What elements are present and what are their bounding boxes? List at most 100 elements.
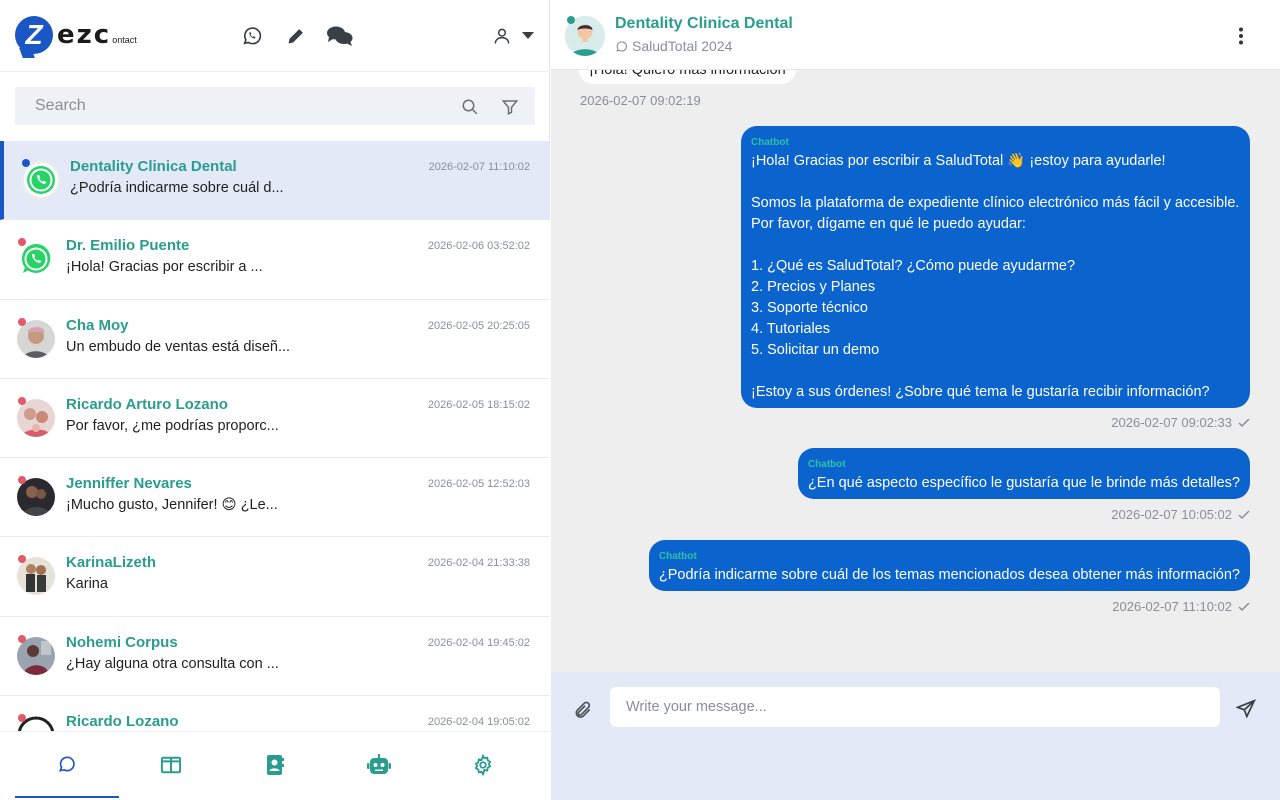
nav-chats[interactable] xyxy=(15,732,119,798)
message-timestamp: 2026-02-07 10:05:02 xyxy=(1111,507,1232,522)
contacts-icon xyxy=(267,755,284,775)
chat-name: Nohemi Corpus xyxy=(66,633,178,651)
logo-badge: Z xyxy=(15,16,53,54)
user-icon xyxy=(494,28,510,44)
outgoing-message: Chatbot ¡Hola! Gracias por escribir a Sa… xyxy=(741,126,1250,408)
message-time: 2026-02-07 09:02:19 xyxy=(580,93,701,108)
chat-item-emilio-puente[interactable]: Dr. Emilio Puente 2026-02-06 03:52:02 ¡H… xyxy=(0,220,550,300)
chat-item-ricardo-lozano[interactable]: Ricardo Lozano 2026-02-04 19:05:02 xyxy=(0,696,550,731)
message-time: 2026-02-07 09:02:33 xyxy=(1111,415,1250,430)
whatsapp-icon[interactable] xyxy=(240,24,264,48)
chat-preview: ¿Podría indicarme sobre cuál d... xyxy=(70,180,284,196)
message-composer xyxy=(551,672,1280,800)
chat-preview: Un embudo de ventas está diseñ... xyxy=(66,338,291,355)
chat-item-karinalizeth[interactable]: KarinaLizeth 2026-02-04 21:33:38 Karina xyxy=(0,537,550,617)
unread-dot xyxy=(18,634,26,643)
left-topbar: Z ezc ontact xyxy=(0,0,550,72)
chat-time: 2026-02-04 19:45:02 xyxy=(427,636,530,649)
outgoing-message: Chatbot ¿Podría indicarme sobre cuál de … xyxy=(648,540,1250,591)
attach-button[interactable] xyxy=(571,698,595,722)
chat-time: 2026-02-05 18:15:02 xyxy=(427,398,530,411)
whatsapp-icon xyxy=(616,40,627,52)
check-icon xyxy=(1238,601,1250,611)
send-icon xyxy=(1236,699,1256,719)
nav-boards[interactable] xyxy=(119,732,223,798)
logo-subtext: ontact xyxy=(112,35,137,45)
conversation-list-pane: Z ezc ontact Search Dentality Clinica De… xyxy=(0,0,550,800)
online-dot xyxy=(22,159,30,167)
send-button[interactable] xyxy=(1235,698,1257,720)
chat-list: Dentality Clinica Dental 2026-02-07 11:1… xyxy=(0,141,550,731)
more-options-button[interactable] xyxy=(1232,24,1250,48)
sender-label: Chatbot xyxy=(807,459,846,470)
message-input[interactable] xyxy=(610,687,1220,727)
nav-contacts[interactable] xyxy=(223,732,327,798)
chat-time: 2026-02-07 11:10:02 xyxy=(428,161,530,173)
outgoing-message: Chatbot ¿En qué aspecto específico le gu… xyxy=(797,448,1250,499)
incoming-message: ¡Hola! Quiero más información xyxy=(579,70,796,84)
chat-name: Cha Moy xyxy=(66,316,129,334)
pencil-icon[interactable] xyxy=(284,24,308,48)
chat-preview: Por favor, ¿me podrías proporc... xyxy=(66,417,279,434)
whatsapp-avatar-icon xyxy=(17,240,55,279)
chat-bubble-icon xyxy=(59,756,75,772)
check-icon xyxy=(1238,417,1250,427)
whatsapp-avatar-icon xyxy=(22,161,60,199)
unread-dot xyxy=(18,317,26,326)
check-icon xyxy=(1238,509,1250,519)
conversation-header: Dentality Clinica Dental SaludTotal 2024 xyxy=(551,0,1280,70)
channel-name: SaludTotal 2024 xyxy=(632,38,733,54)
message-text: ¡Hola! Gracias por escribir a SaludTotal… xyxy=(751,153,1240,400)
contact-name: Dentality Clinica Dental xyxy=(615,15,793,32)
avatar xyxy=(17,557,55,596)
sender-label: Chatbot xyxy=(751,137,789,148)
user-menu[interactable] xyxy=(492,24,538,48)
message-timestamp: 2026-02-07 09:02:33 xyxy=(1111,415,1232,430)
chat-time: 2026-02-04 21:33:38 xyxy=(427,557,530,570)
search-bar xyxy=(15,87,535,125)
logo-text: ezc xyxy=(57,20,112,50)
message-time: 2026-02-07 10:05:02 xyxy=(1111,507,1250,522)
search-icon[interactable] xyxy=(460,97,480,117)
columns-icon xyxy=(160,756,182,774)
chat-name: Ricardo Arturo Lozano xyxy=(66,395,228,413)
chat-name: KarinaLizeth xyxy=(66,554,157,572)
chat-name: Dentality Clinica Dental xyxy=(70,158,237,175)
online-dot xyxy=(567,16,575,24)
search-input[interactable] xyxy=(15,87,445,125)
chat-item-jenniffer-nevares[interactable]: Jenniffer Nevares 2026-02-05 12:52:03 ¡M… xyxy=(0,458,550,538)
chat-name: Dr. Emilio Puente xyxy=(66,237,190,255)
filter-icon[interactable] xyxy=(500,97,520,117)
chat-item-dentality[interactable]: Dentality Clinica Dental 2026-02-07 11:1… xyxy=(0,141,550,221)
message-thread: ¡Hola! Quiero más información 2026-02-07… xyxy=(551,70,1280,672)
nav-chatbot[interactable] xyxy=(327,732,431,798)
chat-time: 2026-02-04 19:05:02 xyxy=(427,716,530,729)
message-timestamp: 2026-02-07 11:10:02 xyxy=(1112,599,1232,614)
chat-preview: ¡Hola! Gracias por escribir a ... xyxy=(66,259,263,276)
chat-item-ricardo-arturo-lozano[interactable]: Ricardo Arturo Lozano 2026-02-05 18:15:0… xyxy=(0,378,550,459)
message-text: ¿Podría indicarme sobre cuál de los tema… xyxy=(658,567,1240,583)
chat-time: 2026-02-06 03:52:02 xyxy=(427,240,530,253)
chat-time: 2026-02-05 20:25:05 xyxy=(427,319,530,332)
chats-icon[interactable] xyxy=(326,24,354,48)
conversation-pane: Dentality Clinica Dental SaludTotal 2024… xyxy=(551,0,1280,800)
unread-dot xyxy=(18,396,26,405)
kebab-menu-icon xyxy=(1239,27,1243,45)
chat-name: Ricardo Lozano xyxy=(66,713,179,731)
message-text: ¿En qué aspecto específico le gustaría q… xyxy=(807,475,1240,491)
chat-item-cha-moy[interactable]: Cha Moy 2026-02-05 20:25:05 Un embudo de… xyxy=(0,299,550,379)
ezcontact-logo[interactable]: Z ezc ontact xyxy=(15,16,137,54)
sender-label: Chatbot xyxy=(658,551,697,562)
chevron-down-icon xyxy=(522,32,534,39)
chat-preview: ¡Mucho gusto, Jennifer! 😊 ¿Le... xyxy=(66,497,278,514)
nav-settings[interactable] xyxy=(431,732,535,798)
robot-icon xyxy=(367,754,391,774)
chat-name: Jenniffer Nevares xyxy=(66,475,192,493)
chat-preview: ¿Hay alguna otra consulta con ... xyxy=(66,655,279,672)
chat-item-nohemi-corpus[interactable]: Nohemi Corpus 2026-02-04 19:45:02 ¿Hay a… xyxy=(0,616,550,697)
chat-preview: Karina xyxy=(66,576,108,593)
chat-time: 2026-02-05 12:52:03 xyxy=(427,478,530,491)
bottom-nav xyxy=(0,731,550,800)
message-time: 2026-02-07 11:10:02 xyxy=(1112,599,1250,614)
logo-letter: Z xyxy=(25,19,43,50)
